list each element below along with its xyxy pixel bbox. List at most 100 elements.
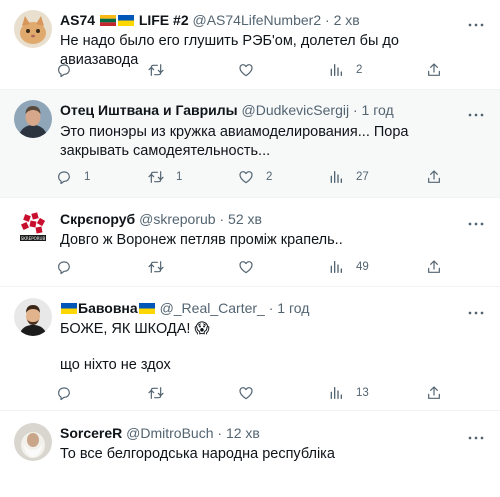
avatar[interactable]	[14, 100, 52, 138]
share-button[interactable]	[426, 257, 442, 277]
timestamp[interactable]: 2 хв	[334, 12, 360, 28]
share-icon	[426, 62, 442, 78]
author-handle[interactable]: @DmitroBuch	[126, 425, 213, 441]
author-handle[interactable]: @_Real_Carter_	[160, 300, 265, 316]
tweet[interactable]: Бавовна @_Real_Carter_ · 1 год БОЖЕ, ЯК …	[0, 287, 500, 411]
timestamp[interactable]: 1 год	[277, 300, 309, 316]
reply-count: 1	[84, 171, 91, 183]
tweet-header: AS74 LIFE #2 @AS74LifeNumber2 · 2 хв	[60, 11, 360, 29]
tweet-header: Бавовна @_Real_Carter_ · 1 год	[60, 299, 309, 317]
timestamp[interactable]: 12 хв	[226, 425, 260, 441]
like-button[interactable]	[238, 383, 266, 403]
retweet-count: 1	[176, 171, 183, 183]
views-icon	[328, 385, 344, 401]
share-button[interactable]	[426, 60, 442, 80]
tweet-text: БОЖЕ, ЯК ШКОДА! 😱	[60, 321, 210, 337]
tweet-text: Довго ж Воронеж петляв проміж крапель..	[60, 232, 343, 248]
ukraine-flag-icon	[118, 15, 134, 26]
author-name[interactable]: AS74	[60, 12, 95, 28]
retweet-button[interactable]	[148, 257, 176, 277]
views-count: 49	[356, 261, 369, 273]
more-icon[interactable]	[468, 104, 488, 118]
tweet-header: SorcereR @DmitroBuch · 12 хв	[60, 424, 260, 442]
like-icon	[238, 62, 254, 78]
author-name[interactable]: SorcereR	[60, 425, 122, 441]
ukraine-flag-icon	[61, 303, 77, 314]
action-bar: 2	[56, 60, 446, 80]
tweet[interactable]: SKREPORUB Скрєпоруб @skreporub · 52 хв Д…	[0, 198, 500, 287]
action-bar: 1 1 2 27	[56, 167, 446, 187]
separator: ·	[352, 102, 358, 118]
views-count: 27	[356, 171, 369, 183]
views-button[interactable]: 13	[328, 383, 369, 403]
like-button[interactable]: 2	[238, 167, 272, 187]
reply-button[interactable]	[56, 257, 84, 277]
author-handle[interactable]: @AS74LifeNumber2	[193, 12, 322, 28]
avatar[interactable]: SKREPORUB	[14, 209, 52, 247]
reply-icon	[56, 62, 72, 78]
ukraine-flag-icon	[139, 303, 155, 314]
separator: ·	[268, 300, 274, 316]
share-icon	[426, 385, 442, 401]
author-handle[interactable]: @DudkevicSergij	[242, 102, 350, 118]
reply-button[interactable]	[56, 60, 84, 80]
action-bar: 13	[56, 383, 446, 403]
retweet-icon	[148, 62, 164, 78]
tweet-text: То все белгородська народна республіка	[60, 446, 335, 462]
views-count: 13	[356, 387, 369, 399]
more-icon[interactable]	[468, 302, 488, 316]
like-icon	[238, 169, 254, 185]
separator: ·	[325, 12, 330, 28]
author-name-suffix[interactable]: LIFE #2	[139, 12, 189, 28]
views-icon	[328, 259, 344, 275]
views-count: 2	[356, 64, 363, 76]
avatar-logo-text: SKREPORUB	[21, 236, 46, 241]
tweet[interactable]: AS74 LIFE #2 @AS74LifeNumber2 · 2 хв Не …	[0, 0, 500, 90]
avatar[interactable]	[14, 298, 52, 336]
like-count: 2	[266, 171, 273, 183]
tweet-text-line-2: що ніхто не здох	[60, 357, 171, 373]
like-button[interactable]	[238, 60, 266, 80]
share-icon	[426, 259, 442, 275]
tweet-header: Скрєпоруб @skreporub · 52 хв	[60, 210, 262, 228]
retweet-icon	[148, 169, 164, 185]
avatar[interactable]	[14, 10, 52, 48]
reply-button[interactable]	[56, 383, 84, 403]
share-button[interactable]	[426, 383, 442, 403]
like-button[interactable]	[238, 257, 266, 277]
author-name[interactable]: Скрєпоруб	[60, 211, 135, 227]
tweet[interactable]: Отец Иштвана и Гаврилы @DudkevicSergij ·…	[0, 90, 500, 198]
retweet-button[interactable]	[148, 60, 176, 80]
views-button[interactable]: 27	[328, 167, 369, 187]
like-icon	[238, 385, 254, 401]
retweet-button[interactable]	[148, 383, 176, 403]
retweet-button[interactable]: 1	[148, 167, 182, 187]
author-name[interactable]: Бавовна	[78, 300, 138, 316]
more-icon[interactable]	[468, 427, 488, 441]
author-handle[interactable]: @skreporub	[139, 211, 215, 227]
reply-icon	[56, 259, 72, 275]
like-icon	[238, 259, 254, 275]
tweet-header: Отец Иштвана и Гаврилы @DudkevicSergij ·…	[60, 101, 394, 119]
views-icon	[328, 62, 344, 78]
views-icon	[328, 169, 344, 185]
timestamp[interactable]: 52 хв	[228, 211, 262, 227]
retweet-icon	[148, 259, 164, 275]
share-icon	[426, 169, 442, 185]
tweet[interactable]: SorcereR @DmitroBuch · 12 хв То все белг…	[0, 411, 500, 497]
separator: ·	[217, 425, 223, 441]
more-icon[interactable]	[468, 14, 488, 28]
more-icon[interactable]	[468, 213, 488, 227]
tweet-text: Это пионэры из кружка авиамоделирования.…	[60, 124, 409, 159]
share-button[interactable]	[426, 167, 442, 187]
action-bar: 49	[56, 257, 446, 277]
views-button[interactable]: 49	[328, 257, 369, 277]
avatar[interactable]	[14, 423, 52, 461]
reply-button[interactable]: 1	[56, 167, 90, 187]
retweet-icon	[148, 385, 164, 401]
timestamp[interactable]: 1 год	[362, 102, 394, 118]
reply-icon	[56, 169, 72, 185]
views-button[interactable]: 2	[328, 60, 362, 80]
reply-icon	[56, 385, 72, 401]
author-name[interactable]: Отец Иштвана и Гаврилы	[60, 102, 238, 118]
